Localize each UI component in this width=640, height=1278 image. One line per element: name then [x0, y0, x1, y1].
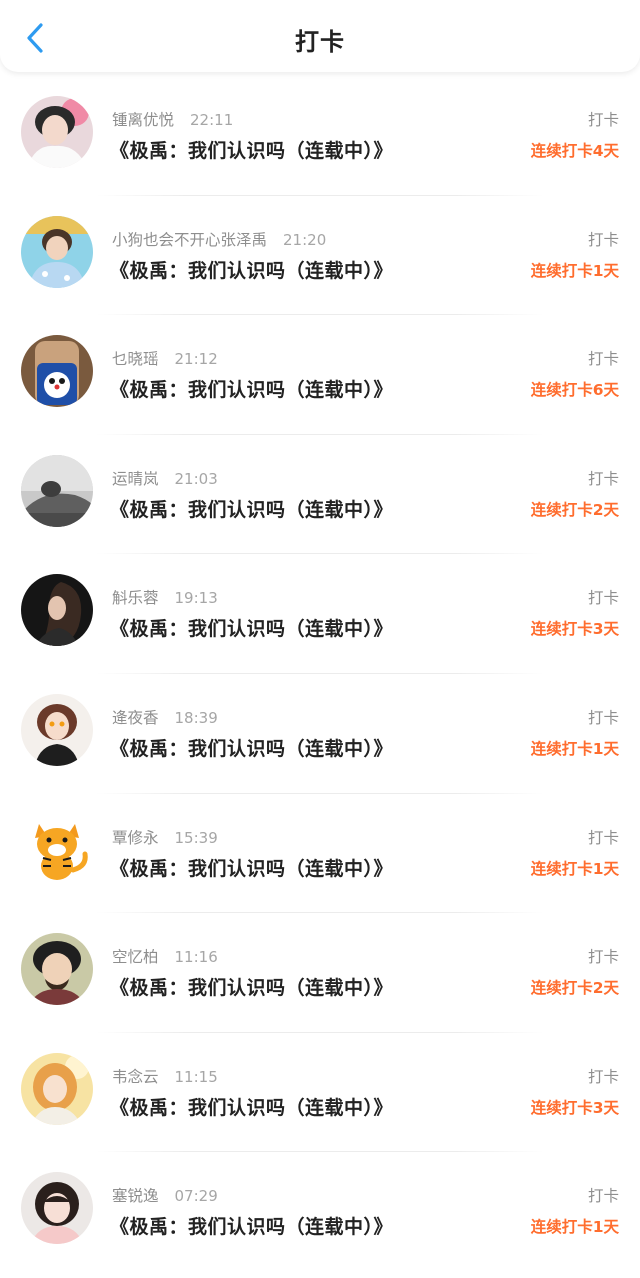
checkin-time: 11:16 [174, 948, 218, 967]
streak-badge: 连续打卡1天 [530, 739, 619, 758]
checkin-list: 锺离优悦 22:11 《极禹：我们认识吗（连载中）》 打卡 连续打卡4天 小狗也会… [0, 76, 640, 1272]
list-item[interactable]: 乜晓瑶 21:12 《极禹：我们认识吗（连载中）》 打卡 连续打卡6天 [0, 315, 640, 435]
avatar[interactable] [21, 813, 93, 886]
book-title[interactable]: 《极禹：我们认识吗（连载中）》 [110, 614, 393, 641]
streak-badge: 连续打卡6天 [530, 381, 619, 400]
list-item[interactable]: 塞锐逸 07:29 《极禹：我们认识吗（连载中）》 打卡 连续打卡1天 [0, 1152, 640, 1272]
book-title[interactable]: 《极禹：我们认识吗（连载中）》 [110, 136, 393, 163]
list-item[interactable]: 韦念云 11:15 《极禹：我们认识吗（连载中）》 打卡 连续打卡3天 [0, 1033, 640, 1153]
streak-badge: 连续打卡1天 [530, 1218, 619, 1237]
streak-badge: 连续打卡2天 [530, 979, 619, 998]
avatar[interactable] [21, 335, 93, 408]
username: 小狗也会不开心张泽禹 21:20 [112, 230, 327, 249]
checkin-time: 07:29 [174, 1187, 218, 1206]
list-item[interactable]: 覃修永 15:39 《极禹：我们认识吗（连载中）》 打卡 连续打卡1天 [0, 794, 640, 914]
username: 乜晓瑶 21:12 [112, 350, 218, 369]
checkin-label[interactable]: 打卡 [588, 826, 619, 848]
username: 空忆柏 11:16 [112, 948, 218, 967]
page-title: 打卡 [295, 28, 345, 56]
list-item[interactable]: 空忆柏 11:16 《极禹：我们认识吗（连载中）》 打卡 连续打卡2天 [0, 913, 640, 1033]
streak-badge: 连续打卡2天 [530, 500, 619, 519]
streak-badge: 连续打卡3天 [530, 1098, 619, 1117]
username: 韦念云 11:15 [112, 1067, 218, 1086]
avatar[interactable] [21, 574, 93, 647]
checkin-label[interactable]: 打卡 [588, 586, 619, 608]
checkin-label[interactable]: 打卡 [588, 706, 619, 728]
avatar[interactable] [21, 96, 93, 168]
checkin-label[interactable]: 打卡 [588, 1184, 619, 1206]
checkin-time: 19:13 [174, 589, 218, 608]
list-item[interactable]: 斛乐蓉 19:13 《极禹：我们认识吗（连载中）》 打卡 连续打卡3天 [0, 554, 640, 674]
streak-badge: 连续打卡1天 [530, 859, 619, 878]
checkin-time: 18:39 [174, 708, 218, 727]
streak-badge: 连续打卡1天 [530, 261, 619, 280]
username: 运晴岚 21:03 [112, 469, 218, 488]
checkin-label[interactable]: 打卡 [588, 347, 619, 369]
username: 塞锐逸 07:29 [112, 1187, 218, 1206]
checkin-time: 11:15 [174, 1067, 218, 1086]
list-item[interactable]: 逄夜香 18:39 《极禹：我们认识吗（连载中）》 打卡 连续打卡1天 [0, 674, 640, 794]
book-title[interactable]: 《极禹：我们认识吗（连载中）》 [110, 256, 393, 283]
streak-badge: 连续打卡4天 [530, 142, 619, 160]
username: 锺离优悦 22:11 [112, 111, 234, 129]
list-item[interactable]: 运晴岚 21:03 《极禹：我们认识吗（连载中）》 打卡 连续打卡2天 [0, 435, 640, 555]
book-title[interactable]: 《极禹：我们认识吗（连载中）》 [110, 973, 393, 1000]
streak-badge: 连续打卡3天 [530, 620, 619, 639]
username: 斛乐蓉 19:13 [112, 589, 218, 608]
checkin-time: 21:20 [283, 230, 327, 249]
username: 逄夜香 18:39 [112, 708, 218, 727]
checkin-label[interactable]: 打卡 [588, 108, 619, 130]
book-title[interactable]: 《极禹：我们认识吗（连载中）》 [110, 1093, 393, 1120]
checkin-time: 21:03 [174, 469, 218, 488]
avatar[interactable] [21, 1052, 93, 1125]
list-item[interactable]: 小狗也会不开心张泽禹 21:20 《极禹：我们认识吗（连载中）》 打卡 连续打卡1… [0, 196, 640, 316]
book-title[interactable]: 《极禹：我们认识吗（连载中）》 [110, 734, 393, 761]
checkin-label[interactable]: 打卡 [588, 228, 619, 250]
top-bar: 打卡 [0, 0, 640, 72]
checkin-time: 22:11 [190, 111, 234, 129]
book-title[interactable]: 《极禹：我们认识吗（连载中）》 [110, 854, 393, 881]
book-title[interactable]: 《极禹：我们认识吗（连载中）》 [110, 375, 393, 402]
checkin-label[interactable]: 打卡 [588, 1065, 619, 1087]
avatar[interactable] [21, 933, 93, 1006]
checkin-time: 21:12 [174, 350, 218, 369]
book-title[interactable]: 《极禹：我们认识吗（连载中）》 [110, 495, 393, 522]
avatar[interactable] [21, 215, 93, 288]
avatar[interactable] [21, 454, 93, 527]
checkin-label[interactable]: 打卡 [588, 467, 619, 489]
avatar[interactable] [21, 693, 93, 766]
checkin-time: 15:39 [174, 828, 218, 847]
avatar[interactable] [21, 1172, 93, 1245]
book-title[interactable]: 《极禹：我们认识吗（连载中）》 [110, 1212, 393, 1239]
checkin-label[interactable]: 打卡 [588, 945, 619, 967]
list-item[interactable]: 锺离优悦 22:11 《极禹：我们认识吗（连载中）》 打卡 连续打卡4天 [0, 76, 640, 196]
username: 覃修永 15:39 [112, 828, 218, 847]
